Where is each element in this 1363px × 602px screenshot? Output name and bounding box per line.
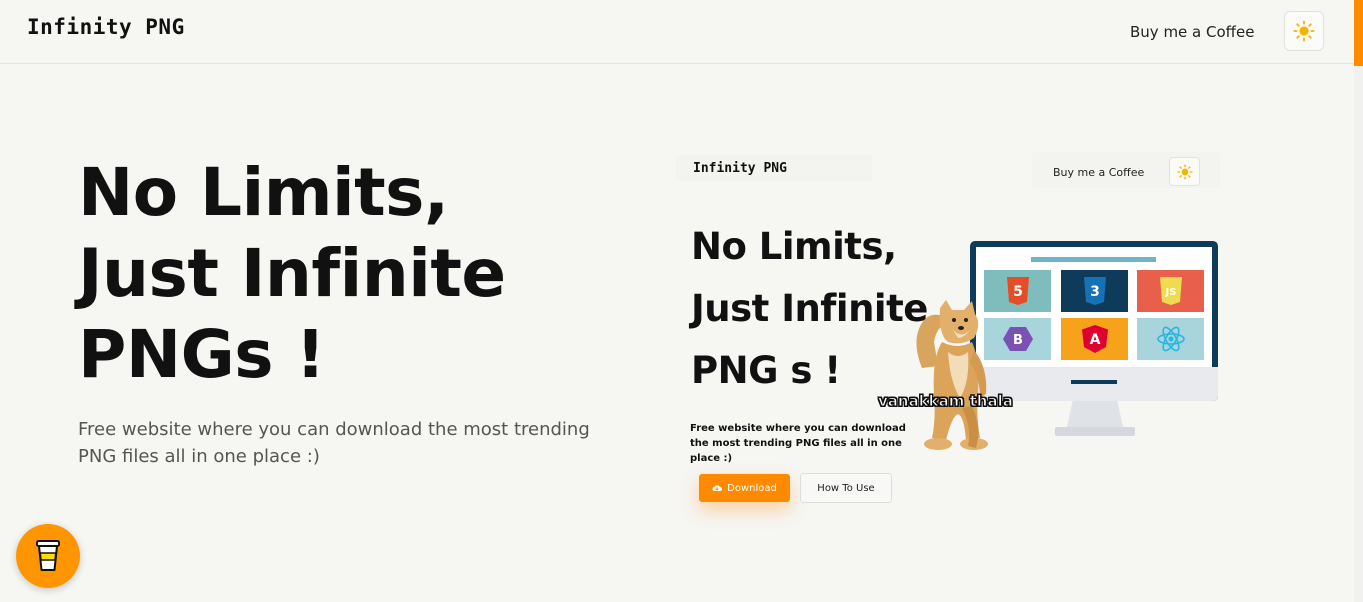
hero-preview-image: Infinity PNG Buy me a Coffee No Limits, … [676, 148, 1236, 523]
preview-title: No Limits, Just Infinite PNG s ! [691, 216, 928, 402]
preview-title-line-1: No Limits, [691, 225, 897, 268]
monitor-stand-base [1055, 427, 1135, 436]
preview-title-line-2: Just Infinite [691, 287, 928, 330]
page-scrollbar[interactable] [1354, 0, 1363, 602]
preview-howto-button: How To Use [800, 473, 892, 503]
doge-salute-image [916, 300, 988, 450]
svg-text:B: B [1013, 333, 1023, 348]
preview-download-label: Download [727, 482, 777, 494]
hero-title-line-3: PNGs ! [78, 316, 326, 394]
theme-toggle-button[interactable] [1284, 11, 1324, 51]
hero-title-line-2: Just Infinite [78, 235, 506, 313]
hero-title: No Limits, Just Infinite PNGs ! [78, 152, 638, 396]
preview-logo: Infinity PNG [693, 161, 787, 176]
preview-coffee-link: Buy me a Coffee [1053, 166, 1145, 179]
preview-subtitle: Free website where you can download the … [690, 423, 906, 464]
svg-text:3: 3 [1090, 284, 1100, 300]
angular-icon: A [1061, 318, 1128, 360]
cloud-download-icon [712, 485, 723, 491]
preview-theme-toggle [1169, 157, 1200, 186]
svg-text:JS: JS [1164, 287, 1176, 298]
monitor-screen-bar [1031, 257, 1156, 262]
svg-text:5: 5 [1013, 284, 1023, 300]
sun-icon [1176, 163, 1193, 180]
site-header: Infinity PNG Buy me a Coffee [0, 0, 1354, 64]
hero-title-line-1: No Limits, [78, 154, 449, 231]
svg-text:A: A [1089, 332, 1100, 348]
monitor-stand [1067, 401, 1123, 427]
preview-download-button: Download [699, 474, 790, 502]
hero-subtitle: Free website where you can download the … [78, 419, 590, 467]
react-icon [1137, 318, 1204, 360]
site-logo[interactable]: Infinity PNG [27, 15, 185, 39]
coffee-cup-icon [36, 540, 60, 571]
css3-icon: 3 [1061, 270, 1128, 312]
meme-caption: vanakkam thala [878, 392, 1014, 411]
monitor-chin-line [1071, 380, 1117, 384]
js-icon: JS [1137, 270, 1204, 312]
buy-me-coffee-floating-button[interactable] [16, 524, 80, 588]
sun-icon [1293, 20, 1315, 42]
scrollbar-thumb[interactable] [1354, 0, 1363, 66]
buy-me-coffee-link[interactable]: Buy me a Coffee [1130, 23, 1254, 41]
